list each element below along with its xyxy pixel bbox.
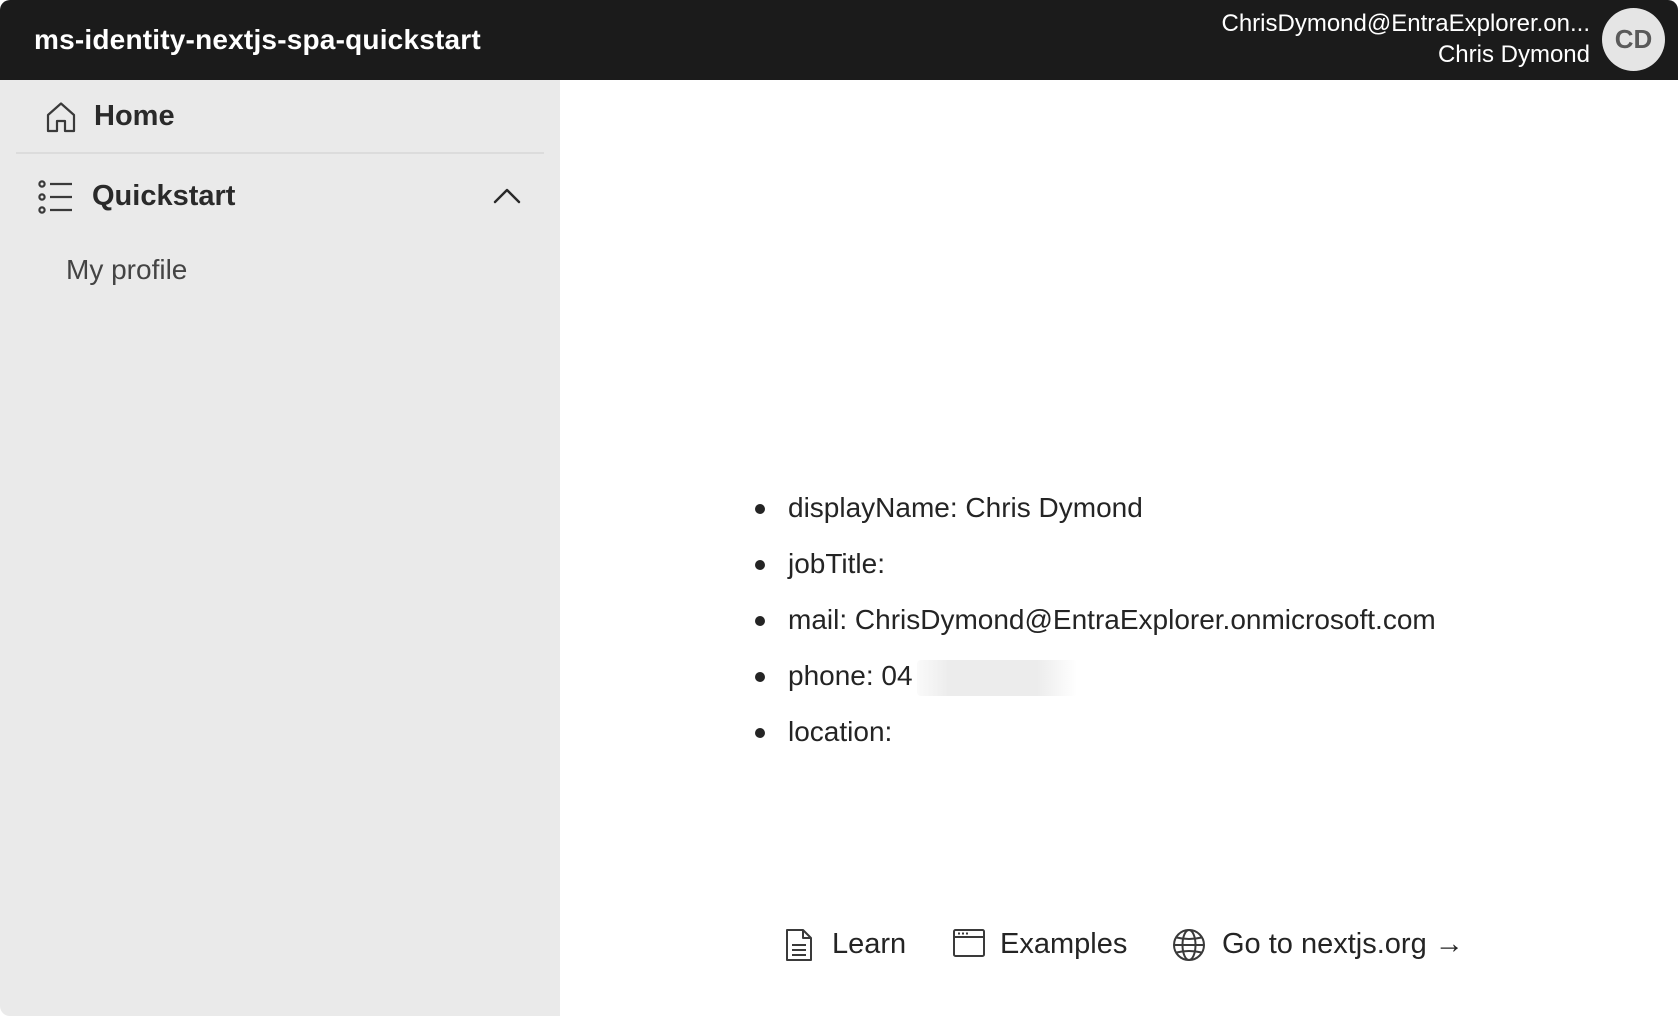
profile-field-phone: phone: 04	[788, 660, 913, 691]
sidebar-item-quickstart[interactable]: Quickstart	[16, 162, 544, 232]
profile-field-mail: mail: ChrisDymond@EntraExplorer.onmicros…	[788, 604, 1436, 635]
bullet-icon	[755, 672, 765, 682]
document-icon	[786, 929, 812, 961]
list-icon	[38, 180, 72, 214]
account-name: Chris Dymond	[1437, 41, 1590, 68]
redacted-phone-digits	[916, 659, 1077, 696]
profile-field-location: location:	[788, 716, 893, 747]
learn-link[interactable]: Learn	[784, 924, 910, 964]
list-item: mail: ChrisDymond@EntraExplorer.onmicros…	[750, 592, 1436, 648]
sidebar-item-home[interactable]: Home	[16, 80, 544, 154]
list-item: jobTitle:	[750, 536, 1436, 592]
window-icon	[953, 929, 985, 957]
avatar[interactable]: CD	[1602, 8, 1665, 71]
app-title: ms-identity-nextjs-spa-quickstart	[34, 24, 481, 55]
learn-link-label: Learn	[832, 928, 907, 960]
chevron-up-icon[interactable]	[492, 184, 522, 208]
sidebar: Home Quickstart My profile	[0, 80, 560, 1016]
examples-link[interactable]: Examples	[952, 924, 1130, 964]
sidebar-item-my-profile[interactable]: My profile	[66, 252, 187, 288]
home-icon	[46, 102, 76, 133]
bullet-icon	[755, 504, 765, 514]
bullet-icon	[755, 560, 765, 570]
bullet-icon	[755, 616, 765, 626]
examples-link-label: Examples	[1000, 928, 1128, 960]
sidebar-item-label: Quickstart	[92, 180, 236, 212]
account-email: ChrisDymond@EntraExplorer.on...	[1221, 10, 1590, 37]
list-item: displayName: Chris Dymond	[750, 480, 1436, 536]
nextjs-link-label: Go to nextjs.org →	[1222, 928, 1464, 960]
list-item: phone: 04	[750, 648, 1436, 704]
globe-icon	[1173, 929, 1205, 961]
bullet-icon	[755, 728, 765, 738]
nextjs-link[interactable]: Go to nextjs.org →	[1172, 924, 1464, 964]
profile-field-job-title: jobTitle:	[788, 548, 886, 579]
list-item: location:	[750, 704, 1436, 760]
sidebar-item-label: Home	[94, 100, 175, 132]
top-bar: ms-identity-nextjs-spa-quickstart ChrisD…	[0, 0, 1678, 80]
account-info[interactable]: ChrisDymond@EntraExplorer.on... Chris Dy…	[1170, 8, 1590, 70]
profile-field-display-name: displayName: Chris Dymond	[788, 492, 1143, 523]
profile-details-list: displayName: Chris Dymond jobTitle: mail…	[750, 480, 1436, 760]
